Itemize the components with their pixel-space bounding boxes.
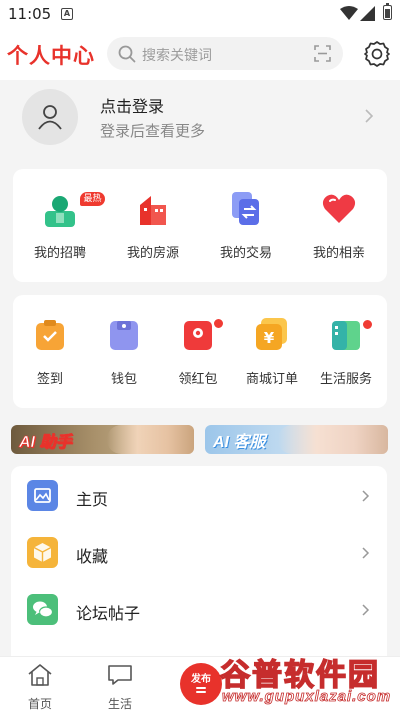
login-hint: 登录后查看更多 (100, 122, 206, 140)
hot-badge: 最热 (80, 192, 105, 206)
notification-icon: A (61, 8, 73, 20)
nav-item-life[interactable]: 生活 (90, 663, 150, 711)
menu-item-label: 收藏 (76, 547, 109, 566)
settings-gear-icon[interactable] (363, 40, 391, 68)
banner-title: AI 客服 (213, 434, 266, 451)
search-bar[interactable]: 搜索关键词 (107, 37, 343, 70)
quick-links-card: 最热 我的招聘 我的房源 我的交易 我的相亲 (13, 169, 387, 282)
home-page-icon (27, 480, 58, 511)
chevron-right-icon (362, 547, 370, 559)
red-packet-icon (184, 321, 212, 350)
chat-icon (108, 665, 132, 685)
quick-link-label: 我的房源 (126, 246, 179, 261)
home-icon (28, 664, 52, 686)
quick-link-label: 我的交易 (219, 246, 272, 261)
svg-text:¥: ¥ (264, 329, 275, 347)
watermark-url: www.gupuxlazai.com (222, 688, 392, 706)
menu-lines-icon (196, 691, 206, 693)
menu-item-label: 主页 (76, 490, 109, 509)
house-icon (140, 196, 166, 225)
mall-order-icon: ¥ (256, 318, 287, 350)
search-placeholder: 搜索关键词 (142, 48, 212, 64)
status-time: 11:05 (8, 5, 52, 23)
favorites-icon (27, 537, 58, 568)
menu-item-home[interactable]: 主页 (11, 468, 387, 526)
services-card: 签到 钱包 领红包 ¥ 商城订单 生活服务 (13, 295, 387, 408)
login-row[interactable]: 点击登录 登录后查看更多 (0, 80, 400, 155)
user-icon (38, 105, 62, 130)
wallet-icon (110, 321, 138, 350)
wifi-icon (340, 6, 358, 20)
search-icon (118, 45, 136, 63)
ai-assistant-banner[interactable]: AI 助手 (11, 425, 194, 454)
menu-list: 主页 收藏 论坛帖子 (11, 466, 387, 656)
notification-dot (362, 319, 373, 330)
publish-button[interactable]: 发布 (180, 663, 222, 705)
menu-item-favorites[interactable]: 收藏 (11, 525, 387, 583)
nav-item-home[interactable]: 首页 (10, 663, 70, 711)
status-bar: 11:05 A (0, 0, 400, 28)
cellular-icon (360, 6, 375, 21)
scan-icon[interactable] (314, 45, 331, 62)
menu-item-forum[interactable]: 论坛帖子 (11, 582, 387, 640)
menu-item-label: 论坛帖子 (76, 604, 141, 623)
ai-service-banner[interactable]: AI 客服 (205, 425, 388, 454)
avatar[interactable] (22, 89, 78, 145)
banner-portrait-image (107, 425, 194, 454)
chevron-right-icon (365, 109, 374, 123)
chevron-right-icon (362, 490, 370, 502)
banner-portrait-image (278, 425, 388, 454)
trade-icon (232, 192, 259, 225)
notification-dot (213, 318, 224, 329)
publish-label: 发布 (191, 674, 211, 685)
header: 个人中心 搜索关键词 (0, 28, 400, 80)
watermark-logo: 谷普软件园 www.gupuxlazai.com (218, 648, 398, 708)
recruit-icon (45, 196, 75, 227)
login-prompt[interactable]: 点击登录 (100, 93, 164, 117)
banner-title: AI 助手 (19, 434, 72, 452)
forum-icon (27, 594, 58, 625)
battery-icon (383, 3, 392, 20)
nav-label: 生活 (107, 697, 132, 711)
service-label: 生活服务 (319, 372, 372, 387)
checkin-icon (36, 320, 64, 350)
menu-lines-icon (196, 687, 206, 689)
page-title: 个人中心 (7, 43, 95, 68)
nav-label: 首页 (27, 697, 52, 711)
heart-icon (322, 194, 356, 223)
quick-link-label: 我的相亲 (312, 246, 365, 261)
quick-link-label: 我的招聘 (33, 246, 86, 261)
chevron-right-icon (362, 604, 370, 616)
life-service-icon (332, 321, 360, 350)
